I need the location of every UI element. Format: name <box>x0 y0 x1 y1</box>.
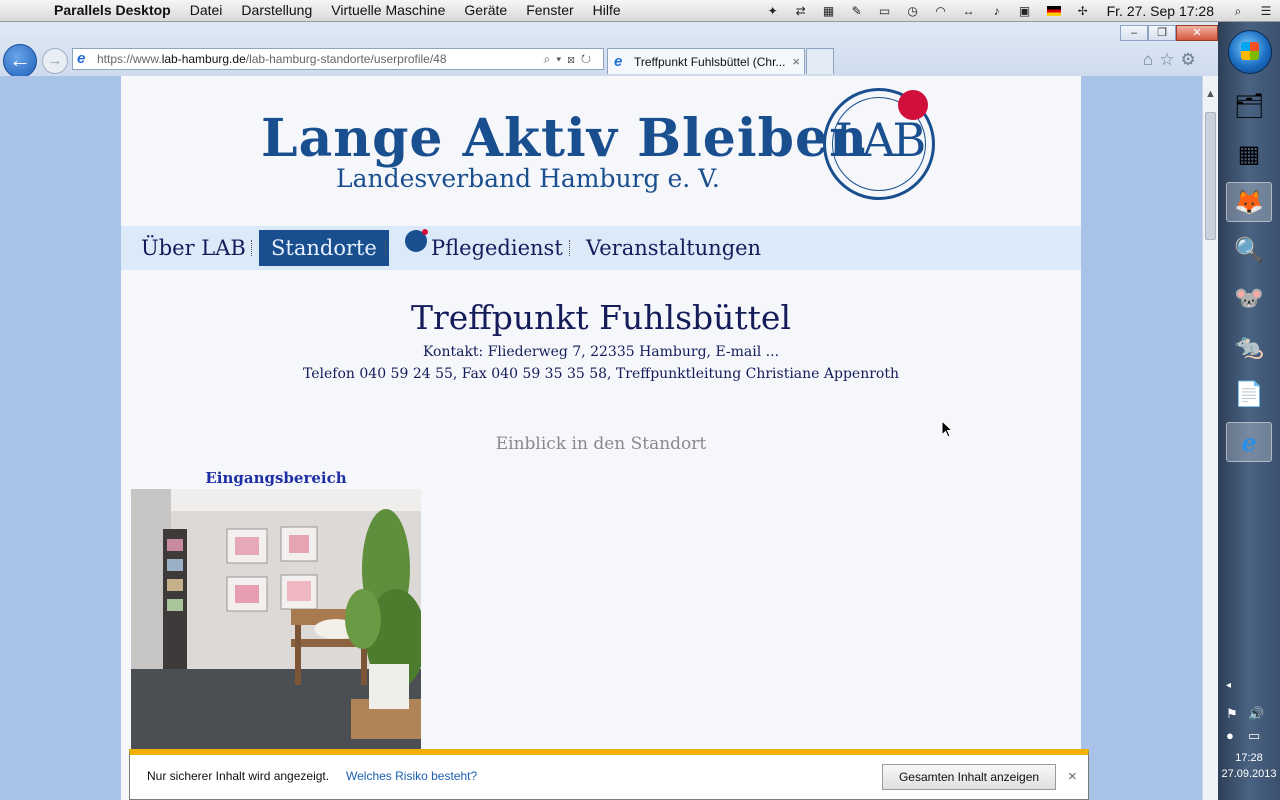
menu-app-name[interactable]: Parallels Desktop <box>54 2 171 18</box>
window-controls: – ❐ ✕ <box>1120 25 1218 41</box>
volume-icon[interactable]: ♪ <box>989 4 1005 18</box>
translate-icon[interactable]: ⇄ <box>793 4 809 18</box>
sync-arrows-icon[interactable]: ↔ <box>961 4 977 18</box>
menu-hilfe[interactable]: Hilfe <box>593 2 621 18</box>
scroll-up-arrow-icon[interactable]: ▲ <box>1205 88 1216 100</box>
spotlight-icon[interactable]: ⌕ <box>1230 4 1246 18</box>
film-icon[interactable]: ▦ <box>821 4 837 18</box>
close-bar-icon[interactable]: × <box>1068 768 1077 785</box>
notification-center-icon[interactable]: ☰ <box>1258 4 1274 18</box>
close-window-button[interactable]: ✕ <box>1176 25 1218 41</box>
nav-separator <box>385 240 386 256</box>
logo-red-dot <box>898 90 928 120</box>
dropbox-icon[interactable]: ✦ <box>765 4 781 18</box>
web-page: Lange Aktiv Bleiben Landesverband Hambur… <box>121 76 1081 800</box>
pen-icon[interactable]: ✎ <box>849 4 865 18</box>
panda-tray-icon[interactable]: ● <box>1226 728 1234 743</box>
start-button[interactable] <box>1228 30 1272 74</box>
lab-mini-logo-icon <box>405 229 428 252</box>
battery-icon[interactable]: ▣ <box>1017 4 1033 18</box>
address-bar[interactable]: e https://www.lab-hamburg.de/lab-hamburg… <box>72 48 604 70</box>
address-url[interactable]: https://www.lab-hamburg.de/lab-hamburg-s… <box>97 49 447 69</box>
home-icon[interactable]: ⌂ <box>1143 50 1153 70</box>
tray-time[interactable]: 17:28 <box>1218 752 1280 764</box>
back-button[interactable]: ← <box>3 44 37 78</box>
site-header: Lange Aktiv Bleiben Landesverband Hambur… <box>121 76 1081 226</box>
menubar-menus: Parallels Desktop Datei Darstellung Virt… <box>54 2 640 18</box>
contact-phone: Telefon 040 59 24 55, Fax 040 59 35 35 5… <box>303 366 899 382</box>
menu-darstellung[interactable]: Darstellung <box>241 2 312 18</box>
mouse-cursor-icon <box>941 420 953 438</box>
back-arrow-icon: ← <box>9 47 31 72</box>
favorites-star-icon[interactable]: ☆ <box>1159 50 1174 70</box>
display-tray-icon[interactable]: ▭ <box>1248 728 1260 744</box>
time-machine-icon[interactable]: ◷ <box>905 4 921 18</box>
risk-link[interactable]: Welches Risiko besteht? <box>346 769 477 783</box>
logo-title[interactable]: Lange Aktiv Bleiben <box>261 108 868 169</box>
main-nav: Über LAB Standorte Pflegedienst Veransta… <box>121 226 1081 270</box>
explorer-icon[interactable]: 🗂 <box>1226 86 1272 126</box>
menu-virtuelle-maschine[interactable]: Virtuelle Maschine <box>331 2 445 18</box>
nav-separator <box>251 240 252 256</box>
section-title: Einblick in den Standort <box>495 434 707 454</box>
minimize-button[interactable]: – <box>1120 25 1148 41</box>
nav-separator <box>569 240 570 256</box>
menu-geraete[interactable]: Geräte <box>464 2 507 18</box>
menubar-status-area: ✦ ⇄ ▦ ✎ ▭ ◷ ◠ ↔ ♪ ▣ ✢ Fr. 27. Sep 17:28 … <box>759 0 1280 22</box>
notepad-icon[interactable]: 📄 <box>1226 374 1272 414</box>
nav-veranstaltungen[interactable]: Veranstaltungen <box>574 230 773 266</box>
nav-standorte[interactable]: Standorte <box>259 230 389 266</box>
nav-ueber-lab[interactable]: Über LAB <box>129 230 258 266</box>
menu-datei[interactable]: Datei <box>190 2 223 18</box>
photo-caption: Eingangsbereich <box>205 469 347 487</box>
network-tray-icon[interactable]: ⚑ <box>1226 706 1238 722</box>
volume-tray-icon[interactable]: 🔊 <box>1248 706 1264 722</box>
bluetooth-icon[interactable]: ✢ <box>1075 4 1091 18</box>
show-all-content-button[interactable]: Gesamten Inhalt anzeigen <box>882 764 1056 790</box>
app-icon-2[interactable]: 🐀 <box>1226 326 1272 366</box>
tab-close-icon[interactable]: × <box>792 49 800 75</box>
tools-gear-icon[interactable]: ⚙ <box>1181 50 1196 70</box>
windows-taskbar: 🗂 ▦ 🦊 🔍 🐭 🐀 📄 e ◂ ⚑ 🔊 ● ▭ 17:28 27.09.20… <box>1218 22 1280 800</box>
firefox-icon[interactable]: 🦊 <box>1226 182 1272 222</box>
scroll-thumb[interactable] <box>1205 112 1216 240</box>
mac-menubar: Parallels Desktop Datei Darstellung Virt… <box>0 0 1280 22</box>
contact-address: Kontakt: Fliederweg 7, 22335 Hamburg, E-… <box>422 344 780 360</box>
forward-button[interactable]: → <box>42 48 68 74</box>
tab-treffpunkt[interactable]: e Treffpunkt Fuhlsbüttel (Chr... × <box>607 48 805 74</box>
wifi-icon[interactable]: ◠ <box>933 4 949 18</box>
tab-title: Treffpunkt Fuhlsbüttel (Chr... <box>634 55 786 69</box>
restore-button[interactable]: ❐ <box>1148 25 1176 41</box>
german-flag-icon[interactable] <box>1046 6 1061 16</box>
browser-viewport: Lange Aktiv Bleiben Landesverband Hambur… <box>0 76 1202 800</box>
entrance-photo[interactable] <box>131 489 421 751</box>
vertical-scrollbar[interactable]: ▲ <box>1202 76 1218 800</box>
control-panel-icon[interactable]: ▦ <box>1226 134 1272 174</box>
search-icon[interactable]: 🔍 <box>1226 230 1272 270</box>
tray-date[interactable]: 27.09.2013 <box>1218 768 1280 780</box>
logo-seal-text: LAB <box>834 113 927 167</box>
new-tab-button[interactable] <box>806 48 834 74</box>
app-icon-1[interactable]: 🐭 <box>1226 278 1272 318</box>
address-tools-icons[interactable]: ⌕▾⊠↻ <box>543 49 597 69</box>
ie-command-icons: ⌂ ☆ ⚙ <box>1143 50 1196 70</box>
ie-page-icon: e <box>77 50 86 67</box>
forward-arrow-icon: → <box>47 52 63 69</box>
ie-tab-icon: e <box>614 53 623 70</box>
security-notification-bar: Nur sicherer Inhalt wird angezeigt. Welc… <box>129 749 1089 800</box>
security-message: Nur sicherer Inhalt wird angezeigt. <box>147 769 330 783</box>
entrance-photo-image <box>131 489 421 751</box>
nav-pflegedienst[interactable]: Pflegedienst <box>393 229 575 266</box>
internet-explorer-icon[interactable]: e <box>1226 422 1272 462</box>
tray-expand-icon[interactable]: ◂ <box>1226 680 1231 691</box>
page-title: Treffpunkt Fuhlsbüttel <box>410 298 791 337</box>
logo-subtitle: Landesverband Hamburg e. V. <box>336 164 720 193</box>
menu-fenster[interactable]: Fenster <box>526 2 573 18</box>
menubar-clock[interactable]: Fr. 27. Sep 17:28 <box>1107 3 1214 19</box>
battery-widget-icon[interactable]: ▭ <box>877 4 893 18</box>
